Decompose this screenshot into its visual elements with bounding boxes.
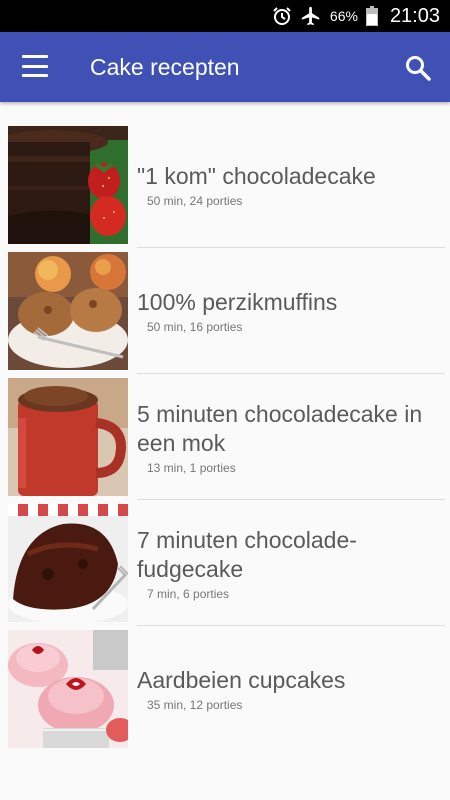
recipe-name: "1 kom" chocoladecake <box>137 163 376 189</box>
app-bar: Cake recepten <box>0 32 450 102</box>
recipe-image-chocolate-cake <box>8 126 128 244</box>
recipe-list-item[interactable]: 7 minuten chocolade-fudgecake 7 min, 6 p… <box>0 500 450 626</box>
recipe-list: "1 kom" chocoladecake 50 min, 24 porties <box>0 122 450 752</box>
recipe-meta: 35 min, 12 porties <box>147 698 243 712</box>
clock-time: 21:03 <box>389 4 440 27</box>
recipe-meta: 7 min, 6 porties <box>147 586 230 601</box>
recipe-text: Aardbeien cupcakes 35 min, 12 porties <box>137 626 440 752</box>
alarm-clock-icon <box>272 6 292 26</box>
recipe-name: Aardbeien cupcakes <box>137 667 346 693</box>
recipe-image-strawberry-cupcakes <box>8 630 128 748</box>
recipe-list-item[interactable]: Aardbeien cupcakes 35 min, 12 porties <box>0 626 450 752</box>
page-title: Cake recepten <box>90 53 240 80</box>
recipe-list-item[interactable]: 100% perzikmuffins 50 min, 16 porties <box>0 248 450 374</box>
recipe-text: "1 kom" chocoladecake 50 min, 24 porties <box>137 122 440 248</box>
recipe-text: 100% perzikmuffins 50 min, 16 porties <box>137 248 440 374</box>
recipe-meta: 13 min, 1 porties <box>147 460 236 475</box>
recipe-text: 5 minuten chocoladecake in een mok 13 mi… <box>137 374 440 500</box>
status-bar: 66% 21:03 <box>0 0 450 32</box>
recipe-name: 100% perzikmuffins <box>137 289 338 315</box>
recipe-list-item[interactable]: "1 kom" chocoladecake 50 min, 24 porties <box>0 122 450 248</box>
menu-icon[interactable] <box>22 55 48 77</box>
search-icon[interactable] <box>404 54 432 82</box>
recipe-list-item[interactable]: 5 minuten chocoladecake in een mok 13 mi… <box>0 374 450 500</box>
recipe-meta: 50 min, 24 porties <box>147 194 243 208</box>
airplane-icon <box>300 5 322 27</box>
recipe-meta: 50 min, 16 porties <box>147 320 243 334</box>
recipe-name: 7 minuten chocolade-fudgecake <box>137 526 357 582</box>
recipe-image-peach-muffins <box>8 252 128 370</box>
battery-icon <box>365 6 378 26</box>
recipe-name: 5 minuten chocoladecake in een mok <box>137 400 423 456</box>
battery-percentage: 66% <box>329 8 358 24</box>
recipe-image-fudge-cake <box>8 504 128 622</box>
recipe-text: 7 minuten chocolade-fudgecake 7 min, 6 p… <box>137 500 440 626</box>
recipe-image-mug-cake <box>8 378 128 496</box>
